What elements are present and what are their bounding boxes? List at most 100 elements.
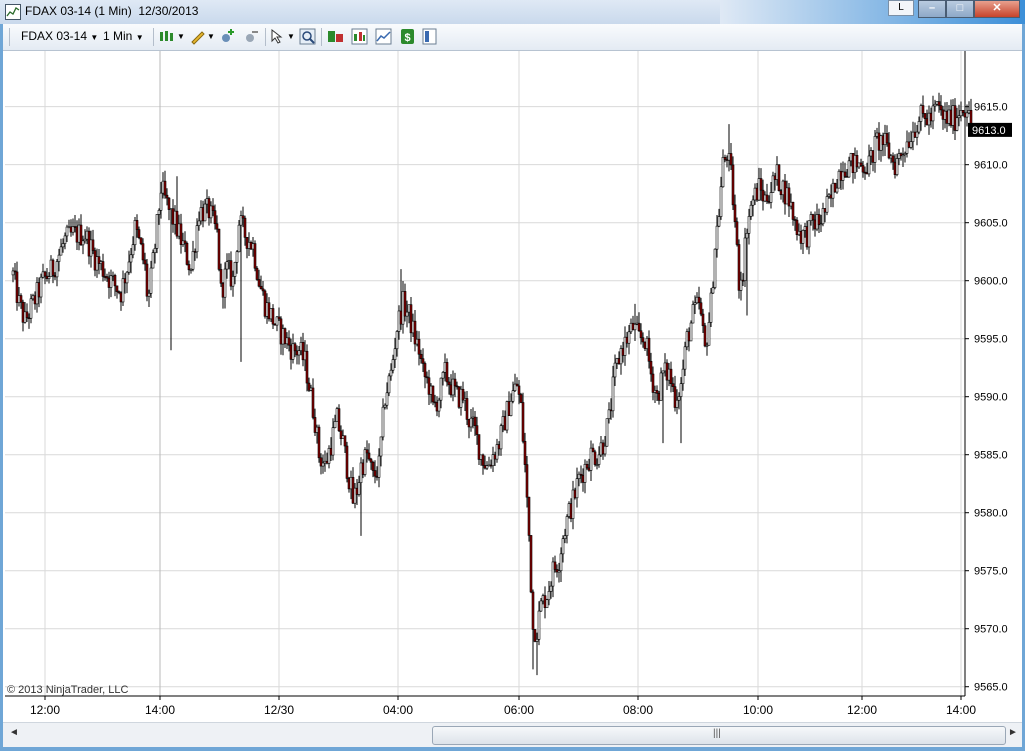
candle-body [389,369,393,377]
candle-body [99,261,103,264]
data-box-icon[interactable] [327,28,344,45]
scroll-left-arrow[interactable]: ◄ [9,727,19,738]
candle-body [535,639,539,642]
candle-body [63,235,67,244]
candle-body [549,585,553,592]
candle-body [703,325,707,347]
candle-body [169,208,173,210]
zoom-icon[interactable] [299,28,316,45]
candle-body [293,343,297,352]
candle-body [835,187,839,193]
candle-body [547,591,551,601]
candle-body [105,276,109,279]
money-icon[interactable]: $ [399,28,416,45]
chart-panel[interactable]: 9565.0 9570.0 9575.0 9580.0 9585.0 9590.0 9595… [3,51,1022,745]
candle-body [759,178,763,191]
candle-body [155,214,159,249]
interval-selector[interactable]: 1 Min ▼ [103,29,144,43]
minimize-button[interactable]: – [918,0,946,18]
close-button[interactable]: ✕ [974,0,1020,18]
candle-body [77,224,81,243]
candle-body [807,220,811,248]
candle-body [729,153,733,166]
chevron-down-icon[interactable]: ▼ [287,32,295,41]
candle-body [199,207,203,222]
candle-body [525,464,529,498]
scrollbar-thumb[interactable]: ||| [432,726,1006,745]
candle-body [117,291,121,294]
candle-body [537,610,541,640]
candle-body [721,157,725,188]
candle-body [133,220,137,246]
candle-body [681,368,685,384]
candle-body [453,378,457,387]
candle-body [511,390,515,402]
candle-body [241,215,245,219]
candle-body [699,302,703,315]
candle-body [791,201,795,220]
pencil-draw-icon[interactable] [189,28,206,45]
candle-body [247,241,251,249]
candle-body [67,226,71,229]
candle-body [649,360,653,375]
add-indicator-icon[interactable] [219,28,236,45]
candle-body [131,244,135,256]
strategy-icon[interactable] [375,28,392,45]
properties-icon[interactable] [421,28,438,45]
candle-body [367,452,371,460]
indicators-icon[interactable] [351,28,368,45]
scroll-right-arrow[interactable]: ► [1008,727,1018,738]
maximize-button[interactable]: □ [946,0,974,18]
y-tick-label: 9575.0 [974,566,1008,578]
candle-body [395,331,399,350]
candle-body [391,359,395,371]
candle-body [75,226,79,243]
remove-indicator-icon[interactable] [243,28,260,45]
candle-body [89,239,93,257]
candle-body [637,322,641,332]
y-tick-label: 9565.0 [974,682,1008,694]
candle-body [475,425,479,435]
candle-body [171,208,175,225]
instrument-selector[interactable]: FDAX 03-14 ▼ [21,29,98,43]
candle-body [225,261,229,270]
candle-body [527,496,531,536]
candle-body [639,330,643,339]
candle-body [777,164,781,191]
candle-body [559,553,563,571]
candle-body [939,105,943,111]
candle-body [255,267,259,280]
title-bar: FDAX 03-14 (1 Min) 12/30/2013 L – □ ✕ [0,0,1025,24]
horizontal-scrollbar[interactable]: ◄ ||| ► [3,722,1022,747]
candle-body [11,270,15,276]
x-tick-label: 14:00 [946,703,976,717]
candle-body [519,394,523,403]
copyright-label: © 2013 NinjaTrader, LLC [7,684,129,696]
toolbar-separator [153,28,154,46]
candle-body [205,198,209,205]
candle-body [861,165,865,173]
candle-body [123,278,127,284]
candle-body [19,295,23,303]
chevron-down-icon[interactable]: ▼ [207,32,215,41]
price-chart[interactable]: 9565.0 9570.0 9575.0 9580.0 9585.0 9590.0 9595… [3,51,1022,721]
candle-body [187,264,191,271]
candle-body [215,223,219,230]
candle-body [683,346,687,370]
candle-body [81,240,85,246]
bar-style-icon[interactable] [158,28,175,45]
candle-body [237,224,241,253]
candle-body [751,199,755,206]
x-tick-label: 12:00 [847,703,877,717]
link-button[interactable]: L [888,0,914,16]
candle-body [679,383,683,397]
candle-body [891,155,895,163]
candle-body [227,260,231,262]
candle-body [387,375,391,394]
candle-body [271,308,275,325]
candle-body [217,228,221,270]
cursor-select-icon[interactable] [269,28,286,45]
candle-body [113,275,117,287]
candle-body [723,157,727,160]
chevron-down-icon[interactable]: ▼ [177,32,185,41]
